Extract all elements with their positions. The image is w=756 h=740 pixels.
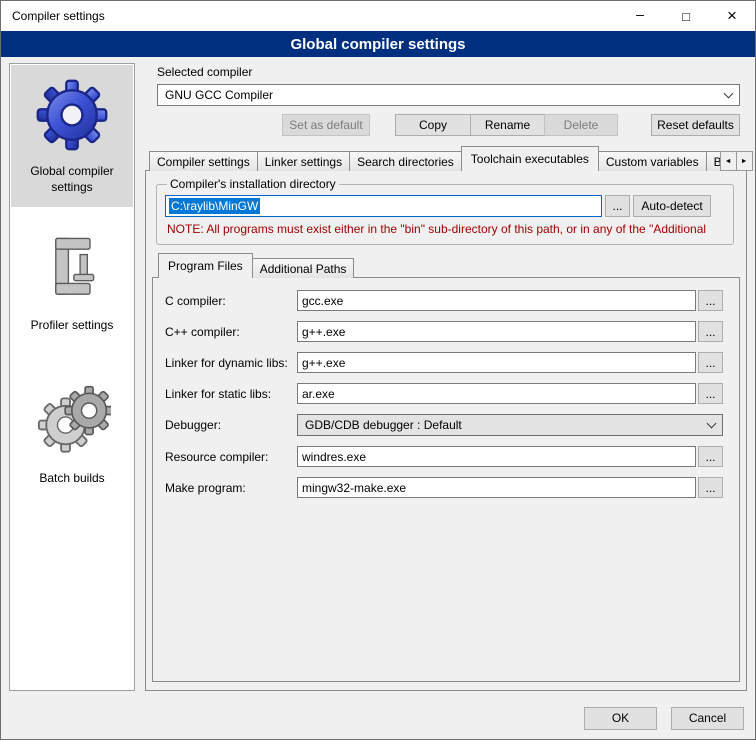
resource-compiler-input[interactable] — [297, 446, 696, 467]
caption-buttons: – □ × — [617, 1, 755, 31]
static-linker-input[interactable] — [297, 383, 696, 404]
make-program-label: Make program: — [165, 481, 297, 495]
set-as-default-button[interactable]: Set as default — [282, 114, 370, 136]
tab-scrollers: ◄ ► — [721, 151, 753, 171]
installation-directory-input[interactable]: C:\raylib\MinGW — [165, 195, 602, 217]
make-program-input[interactable] — [297, 477, 696, 498]
chevron-down-icon — [707, 418, 717, 428]
reset-defaults-button[interactable]: Reset defaults — [651, 114, 740, 136]
window-title: Compiler settings — [1, 9, 105, 23]
make-program-browse-button[interactable]: ... — [698, 477, 723, 498]
compiler-select-value: GNU GCC Compiler — [165, 88, 273, 102]
profiler-clamp-icon — [36, 229, 108, 309]
chevron-down-icon — [724, 88, 734, 98]
dynamic-linker-label: Linker for dynamic libs: — [165, 356, 297, 370]
titlebar: Compiler settings – □ × — [1, 1, 755, 31]
installation-directory-label: Compiler's installation directory — [167, 177, 339, 191]
program-files-panel: C compiler: ... C++ compiler: ... — [152, 277, 740, 682]
copy-button[interactable]: Copy — [395, 114, 471, 136]
main-panel: Selected compiler GNU GCC Compiler Set a… — [145, 63, 747, 691]
cpp-compiler-browse-button[interactable]: ... — [698, 321, 723, 342]
program-files-tabstrip: Program Files Additional Paths — [152, 253, 740, 278]
ok-button[interactable]: OK — [584, 707, 657, 730]
bin-subdirectory-note: NOTE: All programs must exist either in … — [167, 222, 725, 236]
c-compiler-browse-button[interactable]: ... — [698, 290, 723, 311]
rename-button[interactable]: Rename — [470, 114, 545, 136]
debugger-select[interactable]: GDB/CDB debugger : Default — [297, 414, 723, 436]
c-compiler-label: C compiler: — [165, 294, 297, 308]
tab-custom-variables[interactable]: Custom variables — [598, 151, 707, 171]
cpp-compiler-label: C++ compiler: — [165, 325, 297, 339]
gear-blue-icon — [34, 75, 110, 155]
settings-sidebar: Global compiler settings Profiler set — [9, 63, 135, 691]
dynamic-linker-browse-button[interactable]: ... — [698, 352, 723, 373]
cancel-button[interactable]: Cancel — [671, 707, 744, 730]
selected-compiler-label: Selected compiler — [157, 65, 747, 79]
form-row-cpp-compiler: C++ compiler: ... — [165, 321, 723, 342]
sidebar-item-profiler-settings[interactable]: Profiler settings — [11, 219, 133, 346]
tab-compiler-settings[interactable]: Compiler settings — [149, 151, 258, 171]
compiler-select[interactable]: GNU GCC Compiler — [157, 84, 740, 106]
tab-toolchain-executables[interactable]: Toolchain executables — [461, 146, 599, 171]
sidebar-item-label: Global compiler settings — [13, 164, 131, 195]
maximize-button[interactable]: □ — [663, 1, 709, 31]
minimize-icon: – — [636, 6, 644, 22]
form-row-dynamic-linker: Linker for dynamic libs: ... — [165, 352, 723, 373]
tab-scroll-right-icon[interactable]: ► — [736, 151, 753, 171]
debugger-select-value: GDB/CDB debugger : Default — [305, 418, 462, 432]
resource-compiler-label: Resource compiler: — [165, 450, 297, 464]
close-icon: × — [727, 6, 737, 26]
auto-detect-button[interactable]: Auto-detect — [633, 195, 711, 217]
tab-linker-settings[interactable]: Linker settings — [257, 151, 350, 171]
form-row-make-program: Make program: ... — [165, 477, 723, 498]
form-row-c-compiler: C compiler: ... — [165, 290, 723, 311]
compiler-buttons-row: Set as default Copy Rename Delete Reset … — [157, 114, 740, 136]
tab-additional-paths[interactable]: Additional Paths — [252, 258, 355, 278]
form-row-resource-compiler: Resource compiler: ... — [165, 446, 723, 467]
compiler-settings-window: Compiler settings – □ × Global compiler … — [0, 0, 756, 740]
dialog-footer: OK Cancel — [1, 697, 755, 739]
maximize-icon: □ — [682, 9, 690, 24]
installation-directory-value: C:\raylib\MinGW — [169, 198, 260, 214]
static-linker-label: Linker for static libs: — [165, 387, 297, 401]
installation-directory-browse-button[interactable]: ... — [605, 195, 630, 217]
cpp-compiler-input[interactable] — [297, 321, 696, 342]
close-button[interactable]: × — [709, 1, 755, 31]
minimize-button[interactable]: – — [617, 1, 663, 31]
tab-program-files[interactable]: Program Files — [158, 253, 253, 278]
sidebar-item-label: Profiler settings — [27, 318, 118, 334]
dynamic-linker-input[interactable] — [297, 352, 696, 373]
settings-tabstrip: Compiler settings Linker settings Search… — [145, 146, 747, 171]
sidebar-item-global-compiler-settings[interactable]: Global compiler settings — [11, 65, 133, 207]
resource-compiler-browse-button[interactable]: ... — [698, 446, 723, 467]
sidebar-item-label: Batch builds — [35, 471, 108, 487]
delete-button[interactable]: Delete — [544, 114, 618, 136]
debugger-label: Debugger: — [165, 418, 297, 432]
page-title: Global compiler settings — [1, 31, 755, 57]
static-linker-browse-button[interactable]: ... — [698, 383, 723, 404]
toolchain-executables-panel: Compiler's installation directory C:\ray… — [145, 170, 747, 691]
form-row-static-linker: Linker for static libs: ... — [165, 383, 723, 404]
tab-scroll-left-icon[interactable]: ◄ — [720, 151, 737, 171]
installation-directory-group: Compiler's installation directory C:\ray… — [156, 177, 734, 245]
batch-gears-icon — [33, 382, 111, 462]
sidebar-item-batch-builds[interactable]: Batch builds — [11, 372, 133, 499]
tab-search-directories[interactable]: Search directories — [349, 151, 462, 171]
c-compiler-input[interactable] — [297, 290, 696, 311]
form-row-debugger: Debugger: GDB/CDB debugger : Default — [165, 414, 723, 436]
